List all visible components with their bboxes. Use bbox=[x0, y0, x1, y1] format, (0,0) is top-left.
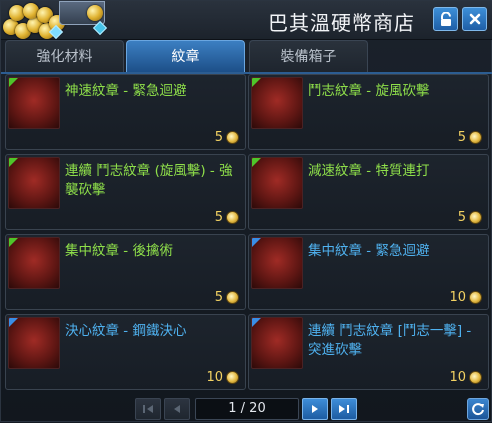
emblem-icon bbox=[251, 77, 303, 129]
prev-page-icon bbox=[174, 405, 180, 413]
coin-icon bbox=[469, 371, 482, 384]
item-name: 集中紋章 - 後擒術 bbox=[65, 243, 173, 259]
close-icon bbox=[469, 13, 480, 25]
item-price: 5 bbox=[458, 210, 482, 225]
tab-equipment-boxes[interactable]: 裝備箱子 bbox=[249, 40, 368, 72]
item-price: 10 bbox=[449, 290, 482, 305]
price-value: 5 bbox=[457, 130, 466, 145]
last-page-button[interactable] bbox=[331, 398, 357, 420]
price-value: 5 bbox=[214, 290, 223, 305]
coin-icon bbox=[469, 211, 482, 224]
emblem-icon bbox=[251, 157, 303, 209]
shop-window: 巴其溫硬幣商店 強化材料 紋章 裝備箱子 神速紋章 - 緊急迴避 5 鬥志紋章 … bbox=[0, 0, 492, 422]
close-button[interactable] bbox=[462, 7, 487, 31]
item-price: 5 bbox=[215, 130, 239, 145]
next-page-button[interactable] bbox=[302, 398, 328, 420]
emblem-icon bbox=[8, 237, 60, 289]
item-price: 10 bbox=[206, 370, 239, 385]
item-name: 決心紋章 - 鋼鐵決心 bbox=[65, 323, 187, 339]
item-card[interactable]: 集中紋章 - 後擒術 5 bbox=[5, 234, 246, 310]
item-name: 集中紋章 - 緊急迴避 bbox=[308, 243, 430, 259]
price-value: 5 bbox=[214, 130, 223, 145]
item-card[interactable]: 集中紋章 - 緊急迴避 10 bbox=[248, 234, 489, 310]
item-grid: 神速紋章 - 緊急迴避 5 鬥志紋章 - 旋風砍擊 5 連續 鬥志紋章 (旋風擊… bbox=[1, 74, 492, 392]
coin-icon bbox=[226, 131, 239, 144]
item-card[interactable]: 決心紋章 - 鋼鐵決心 10 bbox=[5, 314, 246, 390]
emblem-icon bbox=[8, 317, 60, 369]
item-name: 神速紋章 - 緊急迴避 bbox=[65, 83, 187, 99]
tab-enhancement-materials[interactable]: 強化材料 bbox=[5, 40, 124, 72]
price-value: 10 bbox=[449, 370, 466, 385]
coin-chest-icon bbox=[1, 1, 113, 39]
item-card[interactable]: 連續 鬥志紋章 (旋風擊) - 強襲砍擊 5 bbox=[5, 154, 246, 230]
emblem-icon bbox=[251, 317, 303, 369]
item-price: 5 bbox=[215, 210, 239, 225]
item-card[interactable]: 減速紋章 - 特質連打 5 bbox=[248, 154, 489, 230]
item-card[interactable]: 神速紋章 - 緊急迴避 5 bbox=[5, 74, 246, 150]
lock-icon bbox=[440, 11, 451, 26]
coin-icon bbox=[226, 371, 239, 384]
coin-icon bbox=[469, 131, 482, 144]
coin-icon bbox=[226, 291, 239, 304]
item-name: 連續 鬥志紋章 (旋風擊) - 強襲砍擊 bbox=[65, 163, 233, 198]
price-value: 5 bbox=[214, 210, 223, 225]
tab-bar: 強化材料 紋章 裝備箱子 bbox=[1, 40, 492, 73]
item-card[interactable]: 連續 鬥志紋章 [鬥志一擊] - 突進砍擊 10 bbox=[248, 314, 489, 390]
price-value: 5 bbox=[457, 210, 466, 225]
lock-button[interactable] bbox=[433, 7, 458, 31]
emblem-icon bbox=[8, 77, 60, 129]
refresh-button[interactable] bbox=[467, 398, 489, 420]
tab-emblems[interactable]: 紋章 bbox=[126, 40, 245, 72]
emblem-icon bbox=[251, 237, 303, 289]
item-name: 鬥志紋章 - 旋風砍擊 bbox=[308, 83, 430, 99]
page-indicator: 1 / 20 bbox=[195, 398, 299, 420]
coin-icon bbox=[226, 211, 239, 224]
prev-page-button[interactable] bbox=[164, 398, 190, 420]
last-page-icon bbox=[339, 405, 349, 413]
item-name: 減速紋章 - 特質連打 bbox=[308, 163, 430, 179]
item-card[interactable]: 鬥志紋章 - 旋風砍擊 5 bbox=[248, 74, 489, 150]
item-price: 10 bbox=[449, 370, 482, 385]
coin-icon bbox=[469, 291, 482, 304]
next-page-icon bbox=[312, 405, 318, 413]
title-bar[interactable]: 巴其溫硬幣商店 bbox=[1, 1, 492, 40]
price-value: 10 bbox=[206, 370, 223, 385]
window-title: 巴其溫硬幣商店 bbox=[268, 11, 415, 35]
item-name: 連續 鬥志紋章 [鬥志一擊] - 突進砍擊 bbox=[308, 323, 472, 358]
first-page-icon bbox=[143, 405, 153, 413]
price-value: 10 bbox=[449, 290, 466, 305]
first-page-button[interactable] bbox=[135, 398, 161, 420]
emblem-icon bbox=[8, 157, 60, 209]
item-price: 5 bbox=[458, 130, 482, 145]
refresh-icon bbox=[472, 403, 484, 416]
pagination: 1 / 20 bbox=[1, 393, 492, 423]
item-price: 5 bbox=[215, 290, 239, 305]
